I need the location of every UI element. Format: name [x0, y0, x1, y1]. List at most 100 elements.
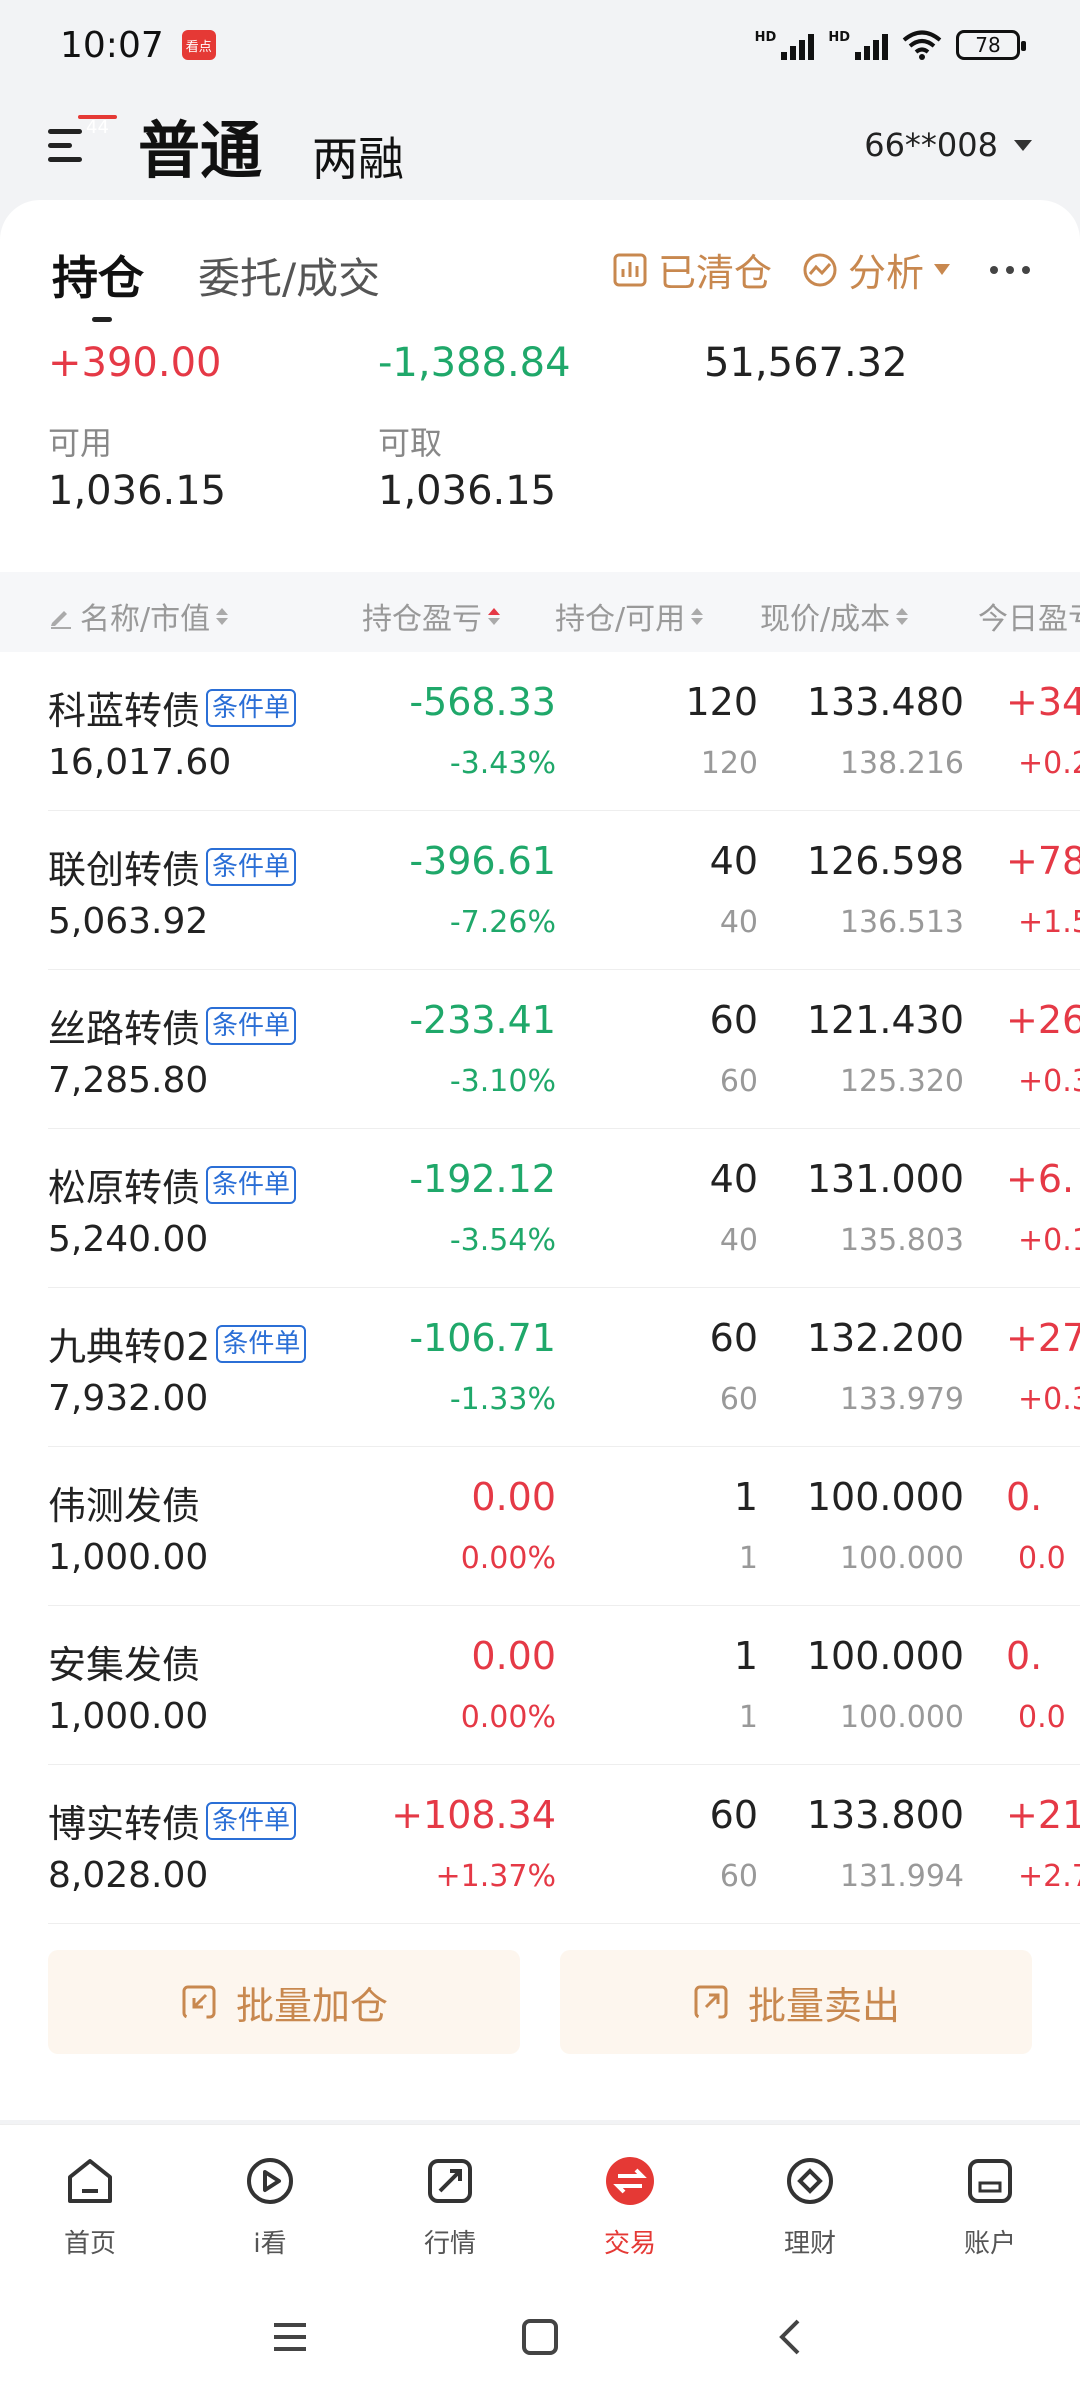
- position-pl-percent: 0.00%: [460, 1541, 556, 1576]
- tab-margin[interactable]: 两融: [312, 123, 404, 189]
- app-header: 44 普通 两融 66**008: [0, 90, 1080, 200]
- today-pl-percent: 0.0: [1018, 1541, 1066, 1576]
- recents-icon[interactable]: [270, 2317, 310, 2357]
- available-quantity: 1: [738, 1700, 758, 1735]
- bond-name: 联创转债 条件单: [48, 839, 297, 894]
- condition-order-tag[interactable]: 条件单: [206, 1006, 297, 1045]
- bond-name: 松原转债 条件单: [48, 1157, 297, 1212]
- position-row[interactable]: 松原转债 条件单 5,240.00 -192.12 -3.54% 40 40 131.000 1…: [48, 1129, 1080, 1288]
- home-button-icon[interactable]: [520, 2317, 560, 2357]
- header-name[interactable]: 名称/市值: [48, 594, 229, 638]
- tab-orders[interactable]: 委托/成交: [198, 245, 380, 306]
- position-pl: 0.00: [471, 1475, 556, 1519]
- available-quantity: 60: [719, 1382, 758, 1417]
- tab-positions[interactable]: 持仓: [52, 242, 144, 322]
- market-value: 7,285.80: [48, 1060, 209, 1101]
- market-value: 7,932.00: [48, 1378, 209, 1419]
- bond-name: 科蓝转债 条件单: [48, 680, 297, 735]
- cleared-button[interactable]: 已清仓: [612, 242, 772, 297]
- analysis-button[interactable]: 分析: [802, 242, 950, 297]
- header-today-pl[interactable]: 今日盈亏: [978, 594, 1080, 638]
- market-value: 5,240.00: [48, 1219, 209, 1260]
- nav-market[interactable]: 行情: [360, 2125, 540, 2274]
- position-row[interactable]: 伟测发债 1,000.00 0.00 0.00% 1 1 100.000 100.000 0. 0…: [48, 1447, 1080, 1606]
- header-position-pl[interactable]: 持仓盈亏: [362, 594, 500, 638]
- position-row[interactable]: 丝路转债 条件单 7,285.80 -233.41 -3.10% 60 60 121.430 1…: [48, 970, 1080, 1129]
- menu-icon[interactable]: 44: [48, 113, 119, 165]
- nav-home[interactable]: 首页: [0, 2125, 180, 2274]
- current-price: 133.800: [806, 1793, 964, 1837]
- quantity: 120: [685, 680, 758, 724]
- condition-order-tag[interactable]: 条件单: [206, 1801, 297, 1840]
- wealth-icon: [787, 2158, 833, 2204]
- tab-normal[interactable]: 普通: [138, 100, 262, 190]
- today-pl-percent: +2.7: [1018, 1859, 1080, 1894]
- position-pl-percent: -3.10%: [449, 1064, 556, 1099]
- condition-order-tag[interactable]: 条件单: [206, 847, 297, 886]
- today-pl: +217.: [1006, 1793, 1080, 1837]
- nav-trade[interactable]: 交易: [540, 2125, 720, 2274]
- current-price: 100.000: [806, 1634, 964, 1678]
- batch-add-button[interactable]: 批量加仓: [48, 1950, 520, 2054]
- position-row[interactable]: 科蓝转债 条件单 16,017.60 -568.33 -3.43% 120 120 133.4…: [48, 652, 1080, 811]
- today-pl: +26.: [1006, 998, 1080, 1042]
- account-selector[interactable]: 66**008: [864, 126, 1032, 164]
- available-quantity: 40: [719, 905, 758, 940]
- bar-chart-icon: [613, 253, 647, 286]
- signal-icon-2: HD: [828, 30, 888, 60]
- clock: 10:07: [60, 24, 164, 66]
- header-price[interactable]: 现价/成本: [760, 594, 909, 638]
- position-pl-percent: +1.37%: [435, 1859, 556, 1894]
- available-quantity: 120: [700, 746, 758, 781]
- notification-app-icon: 看点: [181, 30, 216, 60]
- position-pl-percent: -1.33%: [449, 1382, 556, 1417]
- nav-watch[interactable]: i看: [180, 2125, 360, 2274]
- condition-order-tag[interactable]: 条件单: [206, 688, 297, 727]
- condition-order-tag[interactable]: 条件单: [206, 1165, 297, 1204]
- condition-order-tag[interactable]: 条件单: [216, 1324, 307, 1363]
- summary-position-pl: +390.00: [48, 340, 222, 386]
- nav-account[interactable]: 账户: [900, 2125, 1080, 2274]
- today-pl: +34.: [1006, 680, 1080, 724]
- today-pl: +78.: [1006, 839, 1080, 883]
- bottom-nav: 首页 i看 行情 交易 理财 账户: [0, 2124, 1080, 2274]
- batch-sell-button[interactable]: 批量卖出: [560, 1950, 1032, 2054]
- quantity: 60: [709, 998, 758, 1042]
- header-quantity[interactable]: 持仓/可用: [555, 594, 704, 638]
- chevron-down-icon: [1014, 139, 1032, 151]
- wifi-icon: [902, 30, 942, 60]
- back-icon[interactable]: [770, 2317, 810, 2357]
- position-pl: +108.34: [391, 1793, 556, 1837]
- cost-price: 100.000: [839, 1700, 964, 1735]
- available-quantity: 1: [738, 1541, 758, 1576]
- available-quantity: 40: [719, 1223, 758, 1258]
- system-nav-bar: [0, 2274, 1080, 2400]
- subtabs: 持仓 委托/成交: [52, 242, 380, 322]
- card-actions: 已清仓 分析: [612, 242, 1030, 297]
- current-price: 100.000: [806, 1475, 964, 1519]
- cost-price: 125.320: [839, 1064, 964, 1099]
- battery-icon: 78: [956, 30, 1026, 60]
- nav-wealth[interactable]: 理财: [720, 2125, 900, 2274]
- quantity: 60: [709, 1793, 758, 1837]
- sort-icon: [691, 607, 704, 625]
- position-row[interactable]: 安集发债 1,000.00 0.00 0.00% 1 1 100.000 100.000 0. 0…: [48, 1606, 1080, 1765]
- market-value: 1,000.00: [48, 1537, 209, 1578]
- cost-price: 136.513: [839, 905, 964, 940]
- position-row[interactable]: 联创转债 条件单 5,063.92 -396.61 -7.26% 40 40 126.598 1…: [48, 811, 1080, 970]
- table-header: 名称/市值 持仓盈亏 持仓/可用 现价/成本 今日盈亏: [0, 572, 1080, 652]
- market-value: 1,000.00: [48, 1696, 209, 1737]
- market-value: 5,063.92: [48, 901, 209, 942]
- today-pl-percent: 0.0: [1018, 1700, 1066, 1735]
- today-pl-percent: +0.3: [1018, 1064, 1080, 1099]
- position-row[interactable]: 博实转债 条件单 8,028.00 +108.34 +1.37% 60 60 133.800 1…: [48, 1765, 1080, 1924]
- quantity: 40: [709, 839, 758, 883]
- today-pl: +27.: [1006, 1316, 1080, 1360]
- position-row[interactable]: 九典转02 条件单 7,932.00 -106.71 -1.33% 60 60 132.200…: [48, 1288, 1080, 1447]
- position-pl: -568.33: [409, 680, 556, 724]
- market-value: 16,017.60: [48, 742, 232, 783]
- account-number: 66**008: [864, 126, 998, 164]
- more-icon[interactable]: [990, 265, 1030, 274]
- withdrawable-value: 1,036.15: [378, 468, 557, 514]
- positions-card: 持仓 委托/成交 已清仓 分析 +390.00 -1,388.84 51,567…: [0, 200, 1080, 2120]
